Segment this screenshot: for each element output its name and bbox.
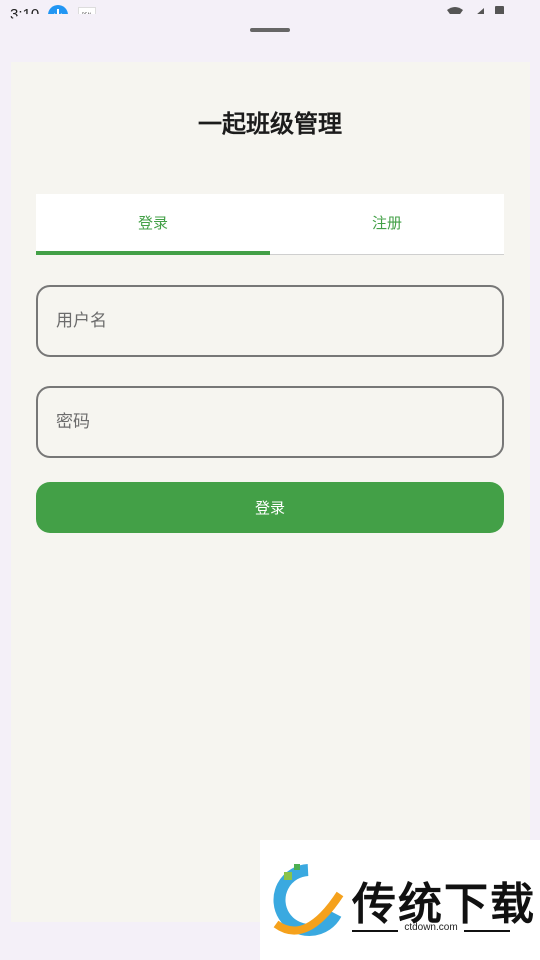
login-button[interactable]: 登录 bbox=[36, 482, 504, 533]
username-input[interactable] bbox=[38, 287, 502, 355]
password-field[interactable] bbox=[36, 386, 504, 458]
tab-login[interactable]: 登录 bbox=[36, 194, 270, 255]
sheet-drag-handle[interactable] bbox=[250, 28, 290, 32]
watermark: 传统下载 ctdown.com bbox=[260, 840, 540, 960]
watermark-line-right bbox=[464, 930, 510, 932]
watermark-logo-icon bbox=[273, 864, 344, 936]
tab-register[interactable]: 注册 bbox=[270, 194, 504, 254]
page-title: 一起班级管理 bbox=[198, 110, 342, 138]
auth-tabs: 登录 注册 bbox=[36, 194, 504, 255]
username-field[interactable] bbox=[36, 285, 504, 357]
password-input[interactable] bbox=[38, 388, 502, 456]
